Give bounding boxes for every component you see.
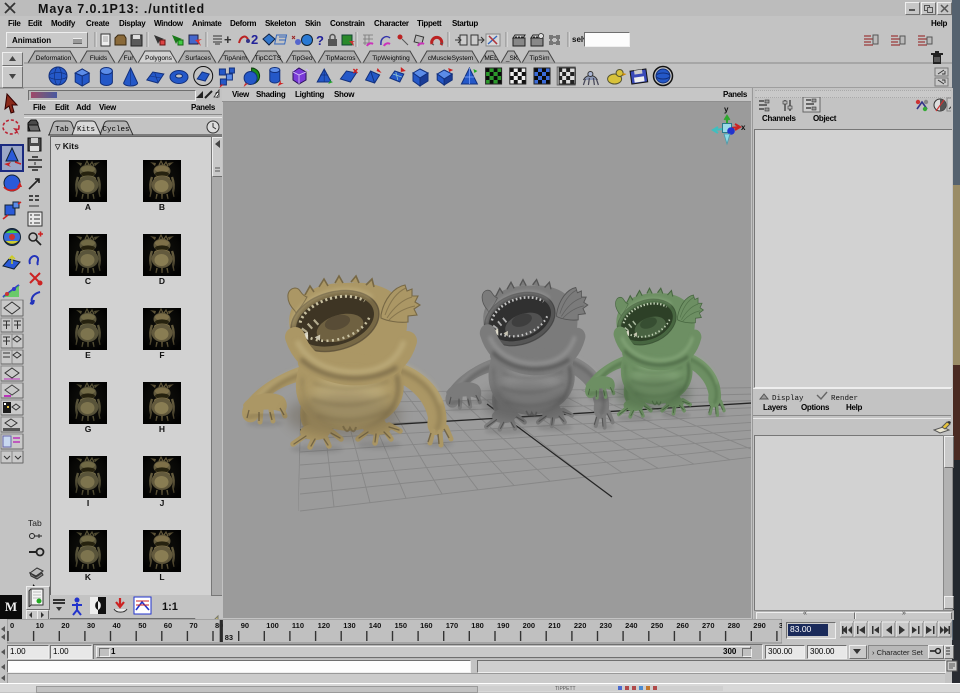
svg-text:Polygons: Polygons [145,55,172,62]
svg-text:190: 190 [497,621,510,630]
svg-text:Display: Display [772,395,804,402]
svg-text:60: 60 [164,621,172,630]
svg-text:1:1: 1:1 [162,601,178,613]
svg-text:TipWeighting: TipWeighting [372,55,410,62]
svg-text:20: 20 [61,621,69,630]
svg-text:TipSim: TipSim [530,55,550,62]
svg-text:MEL: MEL [484,55,498,62]
svg-text:230: 230 [600,621,613,630]
svg-text:70: 70 [189,621,197,630]
svg-text:170: 170 [446,621,459,630]
svg-text:_SK: _SK [505,55,519,62]
svg-text:M: M [5,599,17,614]
svg-text:280: 280 [728,621,741,630]
svg-text:Kits: Kits [77,126,95,134]
svg-text:Fluids: Fluids [90,55,108,62]
svg-text:2: 2 [251,32,258,47]
svg-text:+: + [224,32,232,47]
svg-text:Tab: Tab [55,126,69,134]
svg-text:120: 120 [318,621,331,630]
svg-text:TipGeo: TipGeo [291,55,312,62]
svg-text:240: 240 [625,621,638,630]
svg-text:30: 30 [87,621,95,630]
svg-text:?: ? [215,91,220,100]
svg-text:y: y [724,105,729,114]
svg-text:100: 100 [266,621,279,630]
svg-text:Surfaces: Surfaces [185,55,211,62]
svg-text:290: 290 [753,621,766,630]
svg-text:90: 90 [241,621,249,630]
svg-text:83: 83 [225,633,233,642]
svg-text:Fur: Fur [124,55,135,62]
svg-text:TipAnim: TipAnim [223,55,247,62]
svg-text:210: 210 [548,621,561,630]
svg-text:TipMacros: TipMacros [325,55,356,62]
svg-text:150: 150 [395,621,408,630]
svg-text:10: 10 [36,621,44,630]
svg-text:x: x [741,123,746,132]
svg-text:270: 270 [702,621,715,630]
svg-text:Deformation: Deformation [36,55,72,62]
svg-text:200: 200 [523,621,536,630]
svg-text:Cycles: Cycles [102,126,129,134]
svg-text:?: ? [316,33,324,48]
svg-text:180: 180 [471,621,484,630]
svg-text:130: 130 [343,621,356,630]
svg-text:260: 260 [676,621,689,630]
svg-text:TipCCTS: TipCCTS [255,55,282,62]
svg-text:250: 250 [651,621,664,630]
svg-text:30: 30 [779,621,782,630]
svg-text:220: 220 [574,621,587,630]
svg-text:cMuscleSystem: cMuscleSystem [428,55,474,62]
svg-text:110: 110 [292,621,304,630]
svg-text:140: 140 [369,621,382,630]
svg-text:50: 50 [138,621,146,630]
svg-text:40: 40 [113,621,121,630]
svg-text:160: 160 [420,621,433,630]
svg-text:Render: Render [831,395,858,402]
svg-text:0: 0 [10,621,14,630]
